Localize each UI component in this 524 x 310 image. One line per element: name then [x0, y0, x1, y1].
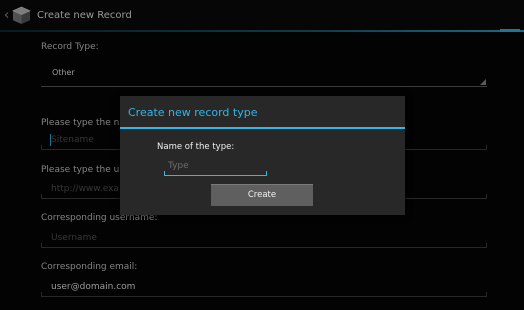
create-record-type-dialog: Create new record type Name of the type:… — [120, 96, 405, 215]
type-name-label: Name of the type: — [157, 142, 235, 152]
dialog-title: Create new record type — [128, 106, 258, 119]
field-edge-left — [164, 171, 165, 175]
type-name-input[interactable]: Type — [164, 160, 267, 176]
dialog-title-divider — [120, 127, 405, 129]
field-edge-right — [266, 171, 267, 175]
type-name-placeholder: Type — [168, 161, 189, 171]
create-button[interactable]: Create — [211, 184, 313, 206]
